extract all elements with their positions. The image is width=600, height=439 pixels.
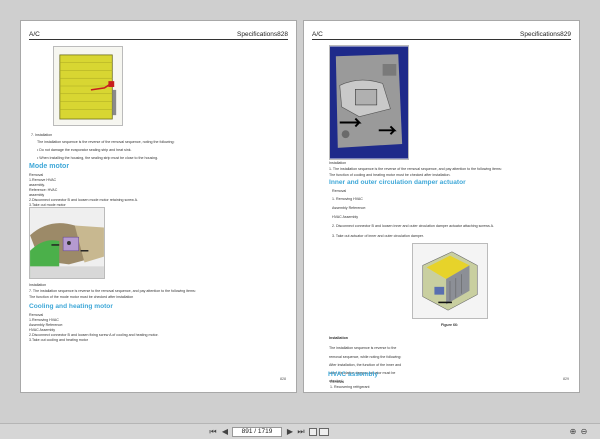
page-number-input[interactable]: 891 / 1719	[232, 427, 282, 437]
header-section: A/C	[29, 31, 40, 38]
page-number: 829	[563, 377, 569, 381]
header-spec-title: Specifications829	[520, 31, 571, 38]
text-line: Removal	[332, 189, 347, 193]
single-page-view-icon[interactable]	[309, 428, 317, 436]
next-page-icon[interactable]: ▶	[285, 427, 295, 437]
text-line: 7. Installation	[31, 133, 53, 137]
two-page-view-icon[interactable]	[319, 428, 329, 436]
document-viewer: A/C Specifications828 7. Installation Th	[0, 0, 600, 439]
header-spec-title: Specifications828	[237, 31, 288, 38]
text-line: Removal	[29, 313, 44, 317]
text-line: The installation sequence is the reverse…	[37, 140, 175, 144]
text-line: 1. Recovering refrigerant	[330, 385, 370, 389]
text-line: 3.Take out cooling and heating motor	[29, 338, 88, 342]
first-page-icon[interactable]: ⏮	[208, 427, 218, 437]
header-section: A/C	[312, 31, 323, 38]
text-line: The function of cooling and heating moto…	[329, 173, 451, 177]
text-line: 1.Removing HVAC	[29, 318, 59, 322]
page-829: A/C Specifications829 Installation 1. Th…	[303, 20, 580, 393]
zoom-icon[interactable]: ⊖	[579, 427, 589, 437]
page-header: A/C Specifications829	[312, 31, 571, 40]
text-line: Reference: HVAC	[29, 188, 58, 192]
evaporator-figure	[53, 46, 123, 126]
text-line: removal sequence, while noting the follo…	[329, 355, 402, 359]
previous-page-icon[interactable]: ◀	[220, 427, 230, 437]
section-title-hvac-assembly-visible: HVAC assembly	[328, 371, 379, 378]
text-line: HVAC Assembly	[332, 215, 359, 219]
text-line: 1. The installation sequence is the reve…	[329, 167, 502, 171]
text-line: Removal	[330, 380, 345, 384]
navigation-toolbar: ⏮ ◀ 891 / 1719 ▶ ⏭ ⊕ ⊖	[0, 423, 600, 439]
text-line: 2.Disconnect connector B and loosen mode…	[29, 198, 139, 202]
text-line: The function of the mode motor must be c…	[29, 295, 134, 299]
page-number: 828	[280, 377, 286, 381]
text-line: assembly.	[29, 183, 45, 187]
text-line: • Do not damage the evaporator sealing s…	[37, 148, 132, 152]
page-828: A/C Specifications828 7. Installation Th	[20, 20, 297, 393]
text-line: 1. Removing HVAC	[332, 197, 363, 201]
text-line: The installation sequence is reverse to …	[329, 346, 397, 350]
page-header: A/C Specifications828	[29, 31, 288, 40]
text-line: • When installing the housing, the seali…	[37, 156, 159, 160]
text-line: 2.Disconnect connector B and loosen fixi…	[29, 333, 159, 337]
text-line: 7. The installation sequence is reverse …	[29, 289, 196, 293]
text-line: Assembly Reference:	[29, 323, 64, 327]
text-line: assembly	[29, 193, 45, 197]
section-title-circulation-damper-actuator: Inner and outer circulation damper actua…	[329, 179, 466, 186]
text-line: Installation	[29, 283, 47, 287]
last-page-icon[interactable]: ⏭	[296, 427, 306, 437]
section-title-cooling-heating-motor: Cooling and heating motor	[29, 303, 113, 310]
text-line: Installation	[329, 161, 347, 165]
text-line: 2. Disconnect connector B and loosen inn…	[332, 224, 495, 228]
text-line: Removal	[29, 173, 44, 177]
figure-caption: Figure 66:	[441, 323, 459, 327]
section-title-mode-motor: Mode motor	[29, 163, 70, 170]
cooling-heating-motor-figure	[329, 45, 409, 160]
text-line: 1.Remove HVAC	[29, 178, 57, 182]
damper-actuator-figure	[412, 243, 488, 319]
mode-motor-figure	[29, 207, 105, 279]
text-line: After installation, the function of the …	[329, 363, 402, 367]
text-line: 3. Take out actuator of inner and outer …	[332, 234, 424, 238]
fit-page-icon[interactable]: ⊕	[568, 427, 578, 437]
text-line: Assembly Reference:	[332, 206, 367, 210]
text-line: Installation	[329, 336, 348, 340]
text-line: HVAC Assembly	[29, 328, 56, 332]
